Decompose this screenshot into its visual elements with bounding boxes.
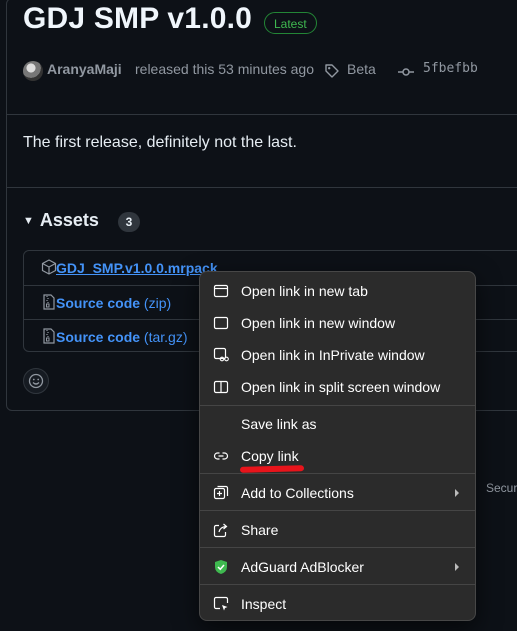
assets-toggle[interactable]: ▼ Assets (23, 210, 99, 231)
package-icon (41, 259, 57, 275)
menu-item-open-inprivate[interactable]: Open link in InPrivate window (200, 340, 475, 370)
collections-icon (213, 485, 229, 500)
menu-item-share[interactable]: Share (200, 515, 475, 545)
asset-link-source-zip[interactable]: Source code (zip) (56, 295, 171, 311)
menu-item-adguard[interactable]: AdGuard AdBlocker (200, 552, 475, 582)
menu-separator (200, 473, 475, 474)
inprivate-window-icon (213, 347, 229, 362)
smiley-icon (28, 373, 44, 389)
menu-separator (200, 547, 475, 548)
asset-name: Source code (56, 329, 141, 345)
commit-icon (398, 68, 414, 76)
menu-item-label: Open link in split screen window (241, 379, 441, 395)
split-screen-icon (213, 380, 229, 394)
new-window-icon (213, 316, 229, 330)
menu-item-label: Open link in new window (241, 315, 396, 331)
inspect-icon (213, 596, 229, 611)
adguard-shield-icon (215, 560, 227, 574)
asset-link-mrpack[interactable]: GDJ_SMP.v1.0.0.mrpack (56, 260, 218, 276)
release-description: The first release, definitely not the la… (23, 134, 297, 151)
menu-separator (200, 405, 475, 406)
menu-item-label: Open link in InPrivate window (241, 347, 425, 363)
file-zip-icon (43, 328, 55, 344)
assets-count-badge: 3 (118, 212, 140, 232)
menu-item-label: Share (241, 522, 279, 538)
menu-item-label: AdGuard AdBlocker (241, 559, 364, 575)
assets-heading: Assets (39, 210, 99, 230)
menu-item-open-new-tab[interactable]: Open link in new tab (200, 276, 475, 306)
footer-security-link[interactable]: Securi (486, 481, 517, 495)
divider (7, 187, 517, 188)
context-menu: Open link in new tab Open link in new wi… (199, 271, 476, 621)
menu-item-label: Open link in new tab (241, 283, 368, 299)
asset-name: Source code (56, 295, 141, 311)
add-reaction-button[interactable] (23, 368, 49, 394)
menu-item-label: Copy link (241, 448, 299, 464)
menu-separator (200, 510, 475, 511)
menu-item-label: Save link as (241, 416, 317, 432)
release-title[interactable]: GDJ SMP v1.0.0 (23, 2, 252, 36)
chevron-right-icon (455, 563, 459, 571)
menu-item-open-new-window[interactable]: Open link in new window (200, 308, 475, 338)
file-zip-icon (43, 294, 55, 310)
asset-ext: (zip) (143, 295, 172, 311)
menu-separator (200, 584, 475, 585)
menu-item-label: Add to Collections (241, 485, 354, 501)
triangle-down-icon: ▼ (23, 215, 34, 227)
menu-item-save-link-as[interactable]: Save link as (200, 409, 475, 439)
tag-link[interactable]: Beta (347, 61, 376, 77)
released-time: released this 53 minutes ago (135, 61, 314, 77)
avatar[interactable] (23, 61, 43, 81)
menu-item-inspect[interactable]: Inspect (200, 589, 475, 619)
chevron-right-icon (455, 489, 459, 497)
share-icon (213, 523, 228, 538)
asset-ext: (tar.gz) (143, 329, 188, 345)
latest-badge: Latest (264, 12, 317, 34)
author-link[interactable]: AranyaMaji (47, 61, 122, 77)
menu-item-add-to-collections[interactable]: Add to Collections (200, 478, 475, 508)
tag-icon (325, 64, 339, 78)
link-icon (213, 452, 229, 460)
commit-link[interactable]: 5fbefbb (423, 61, 478, 76)
menu-item-label: Inspect (241, 596, 287, 612)
new-tab-icon (213, 284, 229, 298)
divider (7, 114, 517, 115)
asset-link-source-targz[interactable]: Source code (tar.gz) (56, 329, 188, 345)
menu-item-open-split-screen[interactable]: Open link in split screen window (200, 372, 475, 402)
